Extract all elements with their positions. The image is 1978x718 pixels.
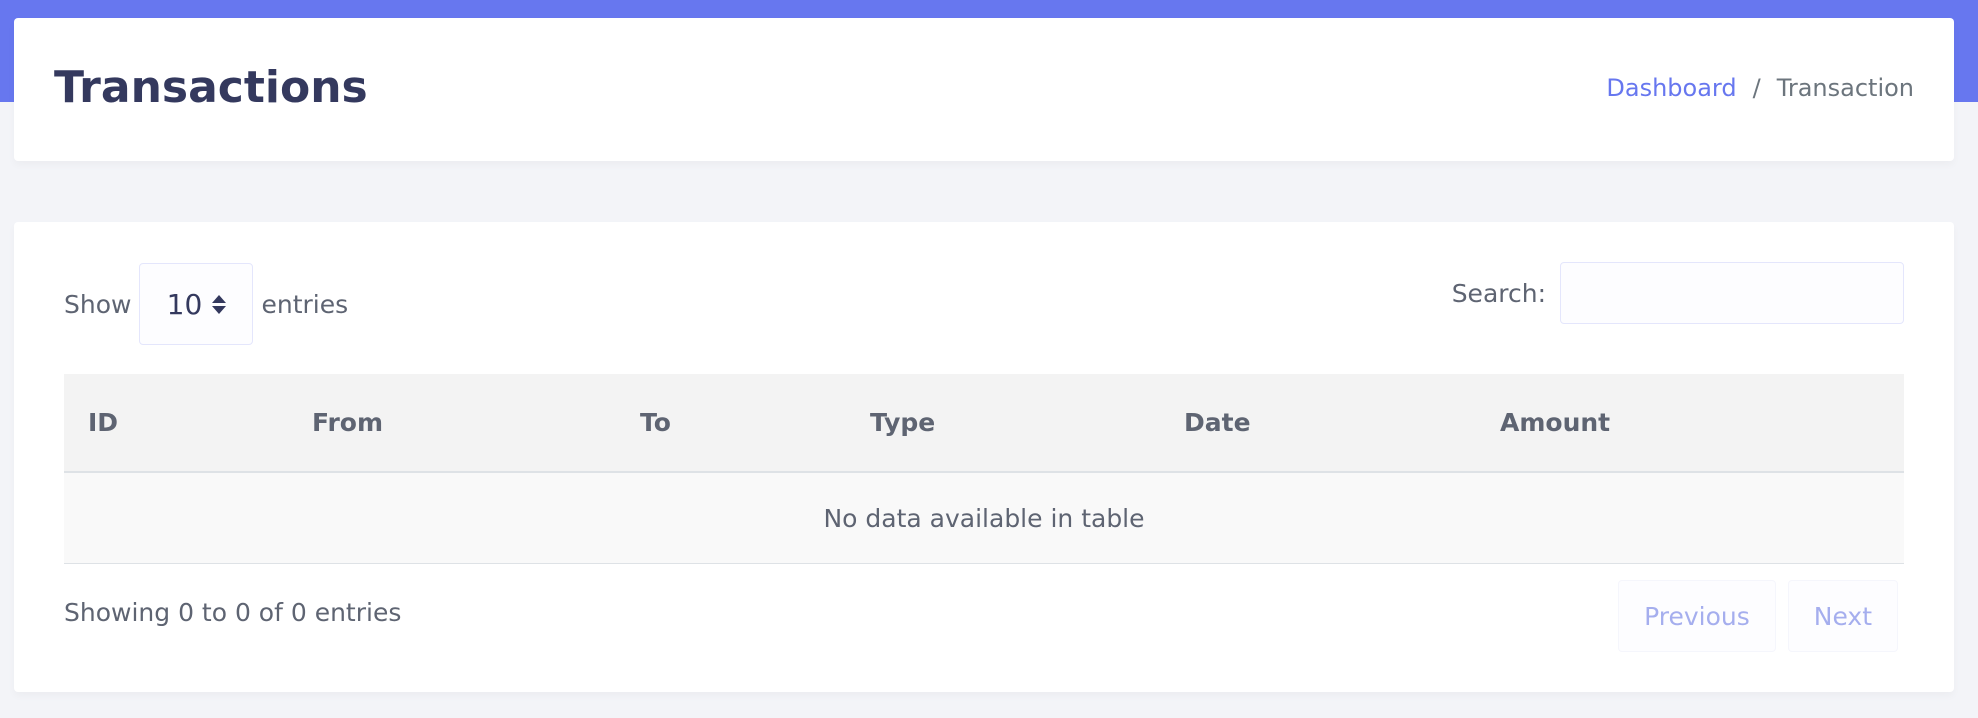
entries-select-value: 10 [166, 287, 203, 321]
column-header-type[interactable]: Type [846, 374, 1160, 473]
transactions-table: ID From To Type Date Amount No data avai… [64, 374, 1904, 564]
breadcrumb-separator: / [1752, 74, 1761, 102]
breadcrumb-dashboard-link[interactable]: Dashboard [1606, 74, 1736, 102]
previous-button[interactable]: Previous [1618, 580, 1776, 652]
table-row: No data available in table [64, 472, 1904, 564]
transactions-card: Show 10 entries Search: ID From To Type … [14, 222, 1954, 692]
search-control: Search: [1452, 262, 1904, 324]
column-header-to[interactable]: To [616, 374, 846, 473]
sort-arrows-icon [212, 294, 227, 314]
search-label: Search: [1451, 278, 1546, 308]
page-title: Transactions [54, 62, 368, 113]
next-button[interactable]: Next [1787, 580, 1898, 652]
table-info: Showing 0 to 0 of 0 entries [64, 598, 402, 627]
entries-length-control: Show 10 entries [64, 262, 348, 346]
entries-label: entries [261, 289, 349, 319]
breadcrumb-current: Transaction [1776, 74, 1914, 102]
pagination: Previous Next [1618, 580, 1898, 652]
entries-select[interactable]: 10 [139, 263, 254, 345]
empty-table-message: No data available in table [64, 472, 1904, 564]
show-label: Show [64, 289, 132, 319]
column-header-id[interactable]: ID [64, 374, 288, 473]
page-header-card: Transactions Dashboard / Transaction [14, 18, 1954, 161]
breadcrumb: Dashboard / Transaction [1606, 74, 1914, 102]
table-header-row: ID From To Type Date Amount [64, 374, 1904, 473]
column-header-from[interactable]: From [288, 374, 616, 473]
column-header-date[interactable]: Date [1160, 374, 1476, 473]
search-input[interactable] [1560, 262, 1904, 324]
column-header-amount[interactable]: Amount [1476, 374, 1904, 473]
